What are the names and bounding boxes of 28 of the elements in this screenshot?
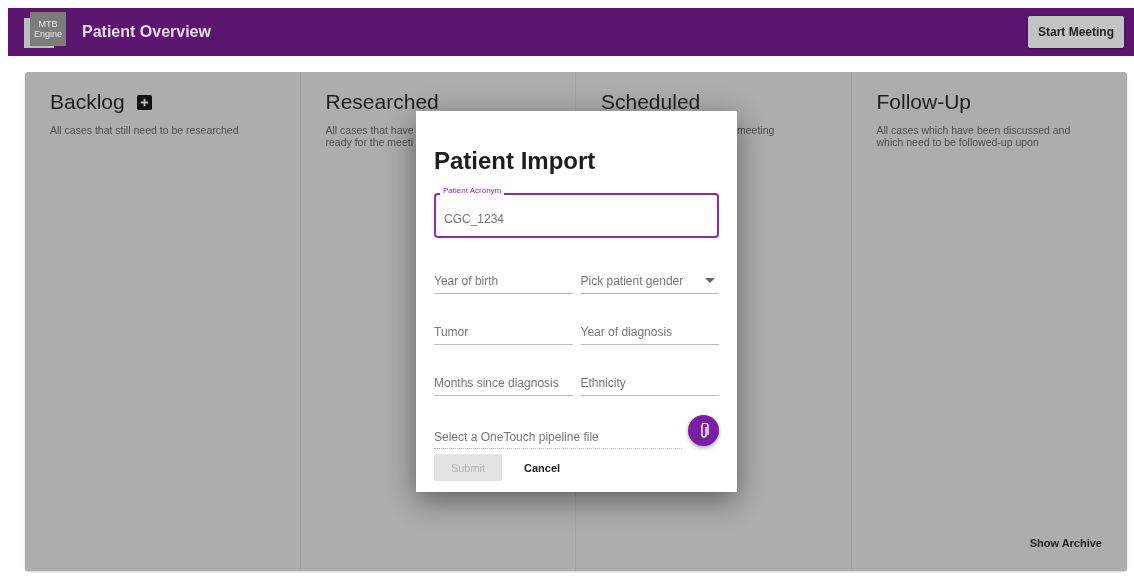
- column-description: All cases that still need to be researched: [50, 124, 240, 136]
- file-field[interactable]: Select a OneTouch pipeline file: [434, 424, 682, 449]
- column-description: which need to be followed-up upon: [876, 136, 1040, 148]
- attach-button[interactable]: [688, 415, 719, 446]
- dialog-button[interactable]: Cancel: [512, 454, 573, 481]
- dropdown-icon: [705, 278, 715, 283]
- paperclip-icon: [698, 422, 709, 439]
- column-description: All cases that have: [325, 124, 415, 136]
- text-field[interactable]: Year of diagnosis: [580, 324, 719, 345]
- text-field[interactable]: Year of birth: [434, 273, 573, 294]
- column-title: Researched: [325, 90, 439, 114]
- column-title: Follow-Up: [876, 90, 972, 114]
- column-title: Scheduled: [601, 90, 701, 114]
- text-field[interactable]: Months since diagnosis: [434, 375, 573, 396]
- dialog-title: Patient Import: [434, 147, 597, 175]
- gender-select[interactable]: Pick patient gender: [580, 273, 719, 294]
- add-icon[interactable]: [136, 94, 152, 110]
- acronym-field[interactable]: CGC_1234: [434, 193, 719, 238]
- column-description: meeting: [737, 124, 776, 136]
- show-archive-button[interactable]: Show Archive: [1029, 537, 1102, 549]
- column-description: All cases which have been discussed and: [876, 124, 1072, 136]
- page-title: Patient Overview: [82, 23, 212, 41]
- column-description: ready for the meeti: [325, 136, 415, 148]
- text-field[interactable]: Ethnicity: [580, 375, 719, 396]
- field-label: Patient Acronym: [440, 186, 505, 195]
- start-meeting-button[interactable]: Start Meeting: [1028, 16, 1124, 48]
- column-title: Backlog: [50, 90, 125, 114]
- text-field[interactable]: Tumor: [434, 324, 573, 345]
